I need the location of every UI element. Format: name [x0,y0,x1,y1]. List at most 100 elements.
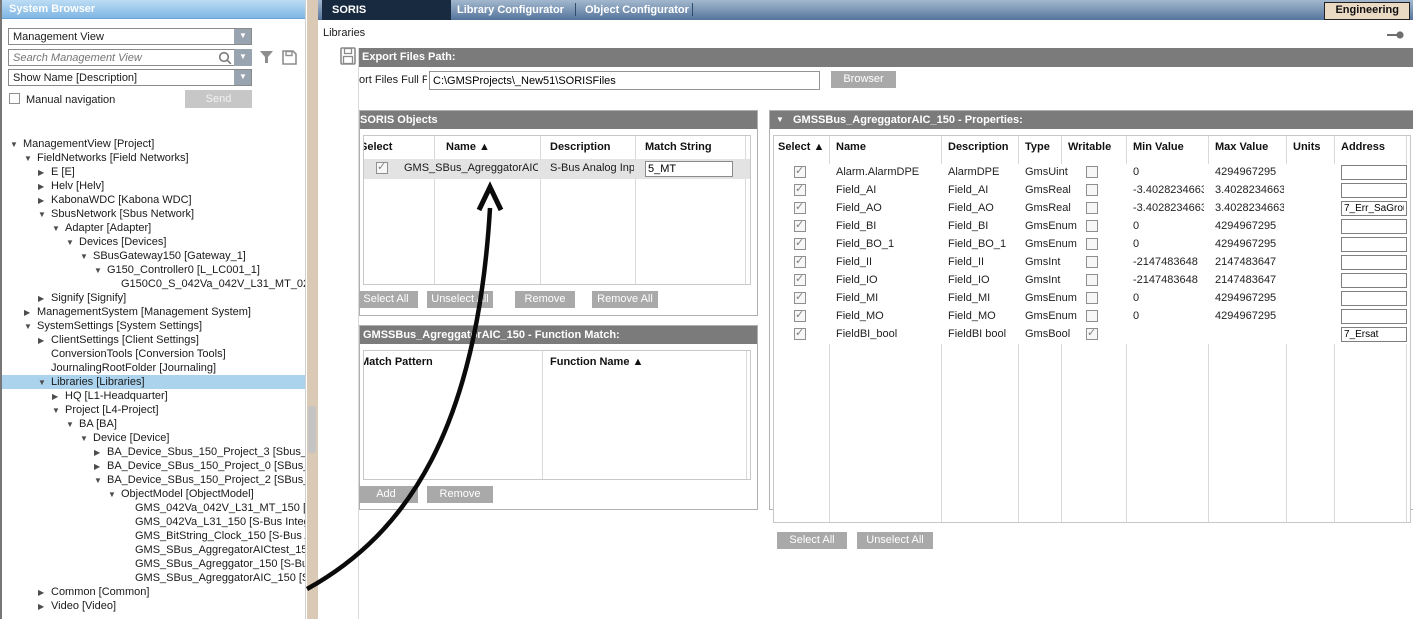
address-input[interactable] [1341,309,1407,324]
expand-arrow-icon[interactable]: ▼ [80,432,93,445]
match-string-input[interactable] [645,161,733,177]
export-path-input[interactable] [429,71,820,90]
expand-arrow-icon[interactable]: ▼ [52,222,65,235]
tree-item[interactable]: ▶ClientSettings [Client Settings] [2,333,305,347]
remove-all-button[interactable]: Remove All [592,291,658,308]
writable-checkbox[interactable] [1086,256,1098,268]
select-all-button[interactable]: Select All [358,291,418,308]
column-header-units[interactable]: Units [1293,141,1321,158]
writable-checkbox[interactable] [1086,328,1098,340]
collapse-arrow-icon[interactable]: ▶ [94,460,107,473]
add-button[interactable]: Add [358,486,418,503]
expand-arrow-icon[interactable]: ▼ [80,250,93,263]
tree-item[interactable]: ▶Common [Common] [2,585,305,599]
row-select-checkbox[interactable] [794,274,806,286]
expand-arrow-icon[interactable]: ▼ [24,320,37,333]
tab-object-configurator[interactable]: Object Configurator [585,0,689,20]
row-select-checkbox[interactable] [794,202,806,214]
writable-checkbox[interactable] [1086,310,1098,322]
row-select-checkbox[interactable] [794,166,806,178]
tree-item[interactable]: GMS_BitString_Clock_150 [S-Bus Analo [2,529,305,543]
search-input[interactable] [9,50,213,65]
row-select-checkbox[interactable] [794,220,806,232]
expand-arrow-icon[interactable]: ▼ [38,376,51,389]
tree-item[interactable]: ▶ManagementSystem [Management System] [2,305,305,319]
row-select-checkbox[interactable] [794,328,806,340]
panel-splitter[interactable] [307,0,318,619]
tree-item[interactable]: ▶KabonaWDC [Kabona WDC] [2,193,305,207]
row-select-checkbox[interactable] [794,238,806,250]
column-header-name[interactable]: Name ▲ [446,141,490,158]
scrollbar-thumb[interactable] [308,406,316,453]
expand-arrow-icon[interactable]: ▼ [94,264,107,277]
tree-item[interactable]: ▶Helv [Helv] [2,179,305,193]
collapse-arrow-icon[interactable]: ▼ [770,111,784,129]
collapse-arrow-icon[interactable]: ▶ [38,166,51,179]
column-header-address[interactable]: Address [1341,141,1385,158]
collapse-arrow-icon[interactable]: ▶ [38,586,51,599]
manual-navigation-checkbox[interactable] [9,93,20,104]
expand-arrow-icon[interactable]: ▼ [24,152,37,165]
tree-item[interactable]: GMS_SBus_AggregatorAICtest_150 [S-B [2,543,305,557]
select-all-button[interactable]: Select All [777,532,847,549]
tab-library-configurator[interactable]: Library Configurator [457,0,564,20]
pin-icon[interactable] [1387,30,1405,42]
column-header-min-value[interactable]: Min Value [1133,141,1184,158]
tree-item[interactable]: ▶E [E] [2,165,305,179]
address-input[interactable] [1341,201,1407,216]
tree-item[interactable]: ▼SBusGateway150 [Gateway_1] [2,249,305,263]
tree-item[interactable]: ▼Device [Device] [2,431,305,445]
tree-item[interactable]: ▼Adapter [Adapter] [2,221,305,235]
view-selector-dropdown[interactable]: Management View ▼ [8,28,252,45]
address-input[interactable] [1341,219,1407,234]
column-header-name[interactable]: Name [836,141,866,158]
column-header-writable[interactable]: Writable [1068,141,1111,158]
tree-item[interactable]: GMS_042Va_042V_L31_MT_150 [S-Bus [2,501,305,515]
collapse-arrow-icon[interactable]: ▶ [38,600,51,613]
expand-arrow-icon[interactable]: ▼ [66,236,79,249]
address-input[interactable] [1341,237,1407,252]
expand-arrow-icon[interactable]: ▼ [38,208,51,221]
tree-item[interactable]: ▼Project [L4-Project] [2,403,305,417]
tree-item[interactable]: GMS_SBus_AgreggatorAIC_150 [S-Bus A [2,571,305,585]
remove-button[interactable]: Remove [515,291,575,308]
writable-checkbox[interactable] [1086,274,1098,286]
collapse-arrow-icon[interactable]: ▶ [52,390,65,403]
tree-item[interactable]: ▶HQ [L1-Headquarter] [2,389,305,403]
chevron-down-icon[interactable]: ▼ [234,28,252,45]
tree-item[interactable]: ▶BA_Device_Sbus_150_Project_3 [Sbus_150 … [2,445,305,459]
column-header-description[interactable]: Description [550,141,611,158]
row-select-checkbox[interactable] [794,184,806,196]
expand-arrow-icon[interactable]: ▼ [108,488,121,501]
column-header-select[interactable]: Select ▲ [778,141,824,158]
collapse-arrow-icon[interactable]: ▶ [38,334,51,347]
tree-item[interactable]: ▼G150_Controller0 [L_LC001_1] [2,263,305,277]
tree-item[interactable]: ▼Devices [Devices] [2,235,305,249]
writable-checkbox[interactable] [1086,238,1098,250]
display-mode-dropdown[interactable]: Show Name [Description] ▼ [8,69,252,86]
tree-item[interactable]: ConversionTools [Conversion Tools] [2,347,305,361]
tree-item[interactable]: JournalingRootFolder [Journaling] [2,361,305,375]
tree-item[interactable]: ▼ObjectModel [ObjectModel] [2,487,305,501]
writable-checkbox[interactable] [1086,166,1098,178]
collapse-arrow-icon[interactable]: ▶ [24,306,37,319]
row-select-checkbox[interactable] [376,162,388,174]
tree-item[interactable]: G150C0_S_042Va_042V_L31_MT_02_Err_S [2,277,305,291]
send-button[interactable]: Send [185,90,252,108]
tree-item[interactable]: ▼ManagementView [Project] [2,137,305,151]
expand-arrow-icon[interactable]: ▼ [66,418,79,431]
writable-checkbox[interactable] [1086,292,1098,304]
collapse-arrow-icon[interactable]: ▶ [94,446,107,459]
tree-item[interactable]: GMS_SBus_Agreggator_150 [S-Bus Ana [2,557,305,571]
unselect-all-button[interactable]: Unselect All [427,291,493,308]
tree-item[interactable]: GMS_042Va_L31_150 [S-Bus Integer In [2,515,305,529]
column-header-type[interactable]: Type [1025,141,1050,158]
tree-item[interactable]: ▼Libraries [Libraries] [2,375,305,389]
browser-button[interactable]: Browser [831,71,896,88]
address-input[interactable] [1341,291,1407,306]
address-input[interactable] [1341,255,1407,270]
row-select-checkbox[interactable] [794,292,806,304]
column-header-max-value[interactable]: Max Value [1215,141,1268,158]
address-input[interactable] [1341,165,1407,180]
tree-item[interactable]: ▼SystemSettings [System Settings] [2,319,305,333]
